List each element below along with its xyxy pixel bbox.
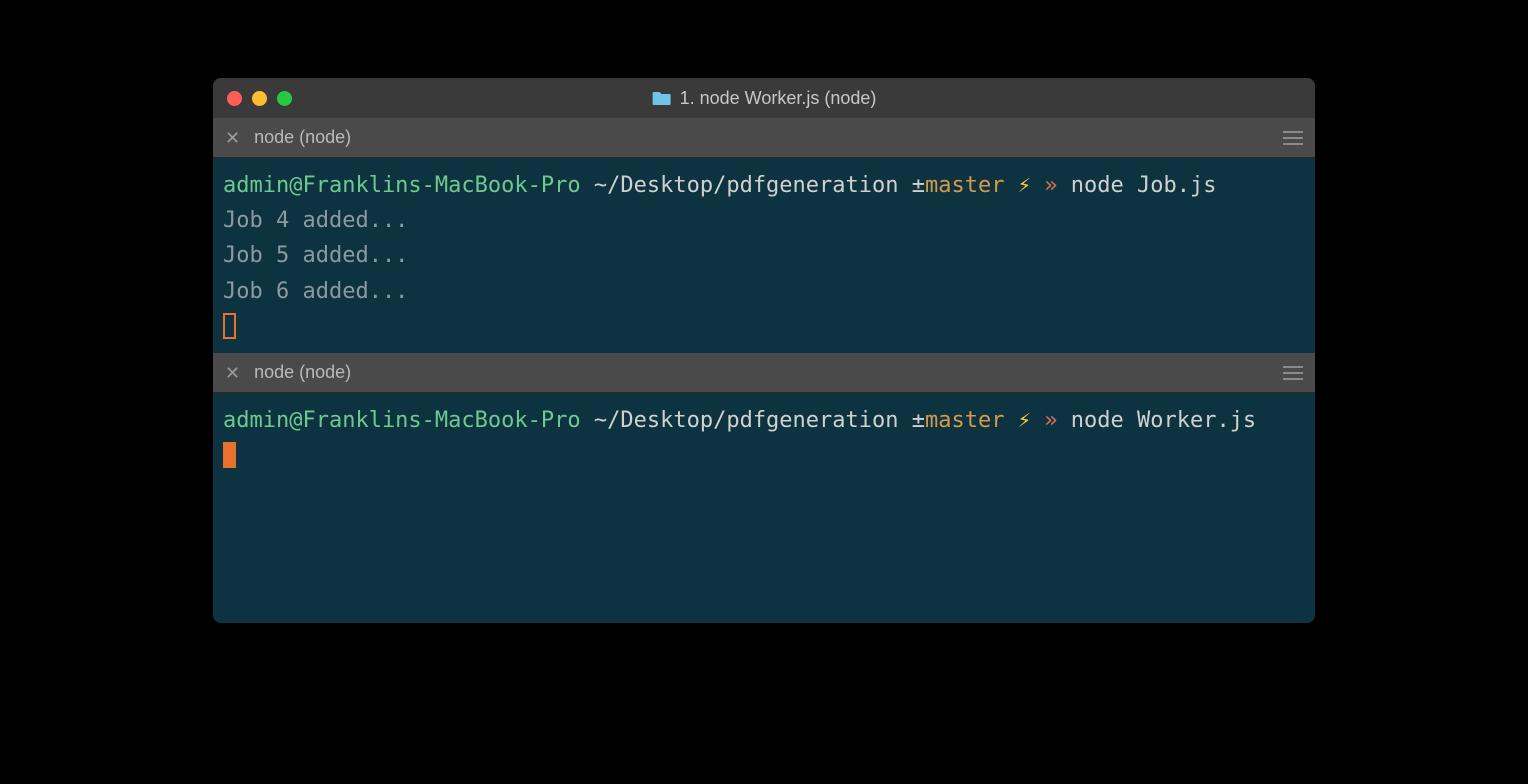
terminal-pane-top[interactable]: admin@Franklins-MacBook-Pro ~/Desktop/pd… <box>213 158 1315 353</box>
tab-label[interactable]: node (node) <box>254 127 351 148</box>
prompt-line: admin@Franklins-MacBook-Pro ~/Desktop/pd… <box>223 403 1305 438</box>
cursor <box>223 438 1305 473</box>
window-title: 1. node Worker.js (node) <box>652 88 877 109</box>
prompt-line: admin@Franklins-MacBook-Pro ~/Desktop/pd… <box>223 168 1305 203</box>
branch-symbol: ± <box>912 168 925 203</box>
close-icon[interactable]: ✕ <box>225 364 240 382</box>
prompt-command: node Job.js <box>1071 168 1217 203</box>
titlebar[interactable]: 1. node Worker.js (node) <box>213 78 1315 118</box>
cursor <box>223 309 1305 344</box>
close-button[interactable] <box>227 91 242 106</box>
tab-bar-bottom: ✕ node (node) <box>213 353 1315 393</box>
tab-label[interactable]: node (node) <box>254 362 351 383</box>
prompt-path: ~/Desktop/pdfgeneration <box>594 168 899 203</box>
branch-symbol: ± <box>912 403 925 438</box>
bolt-icon: ⚡ <box>1018 168 1031 203</box>
hamburger-icon[interactable] <box>1283 131 1303 145</box>
prompt-branch: master <box>925 403 1004 438</box>
maximize-button[interactable] <box>277 91 292 106</box>
prompt-user-host: admin@Franklins-MacBook-Pro <box>223 403 581 438</box>
tab-bar-top: ✕ node (node) <box>213 118 1315 158</box>
prompt-user-host: admin@Franklins-MacBook-Pro <box>223 168 581 203</box>
traffic-lights <box>227 91 292 106</box>
folder-icon <box>652 90 672 106</box>
hamburger-icon[interactable] <box>1283 366 1303 380</box>
close-icon[interactable]: ✕ <box>225 129 240 147</box>
window-title-text: 1. node Worker.js (node) <box>680 88 877 109</box>
terminal-window: 1. node Worker.js (node) ✕ node (node) a… <box>213 78 1315 623</box>
terminal-pane-bottom[interactable]: admin@Franklins-MacBook-Pro ~/Desktop/pd… <box>213 393 1315 623</box>
prompt-arrow: » <box>1044 403 1057 438</box>
minimize-button[interactable] <box>252 91 267 106</box>
bolt-icon: ⚡ <box>1018 403 1031 438</box>
prompt-branch: master <box>925 168 1004 203</box>
prompt-arrow: » <box>1044 168 1057 203</box>
prompt-command: node Worker.js <box>1071 403 1256 438</box>
output-line: Job 4 added... <box>223 203 1305 238</box>
output-line: Job 5 added... <box>223 238 1305 273</box>
output-line: Job 6 added... <box>223 274 1305 309</box>
prompt-path: ~/Desktop/pdfgeneration <box>594 403 899 438</box>
